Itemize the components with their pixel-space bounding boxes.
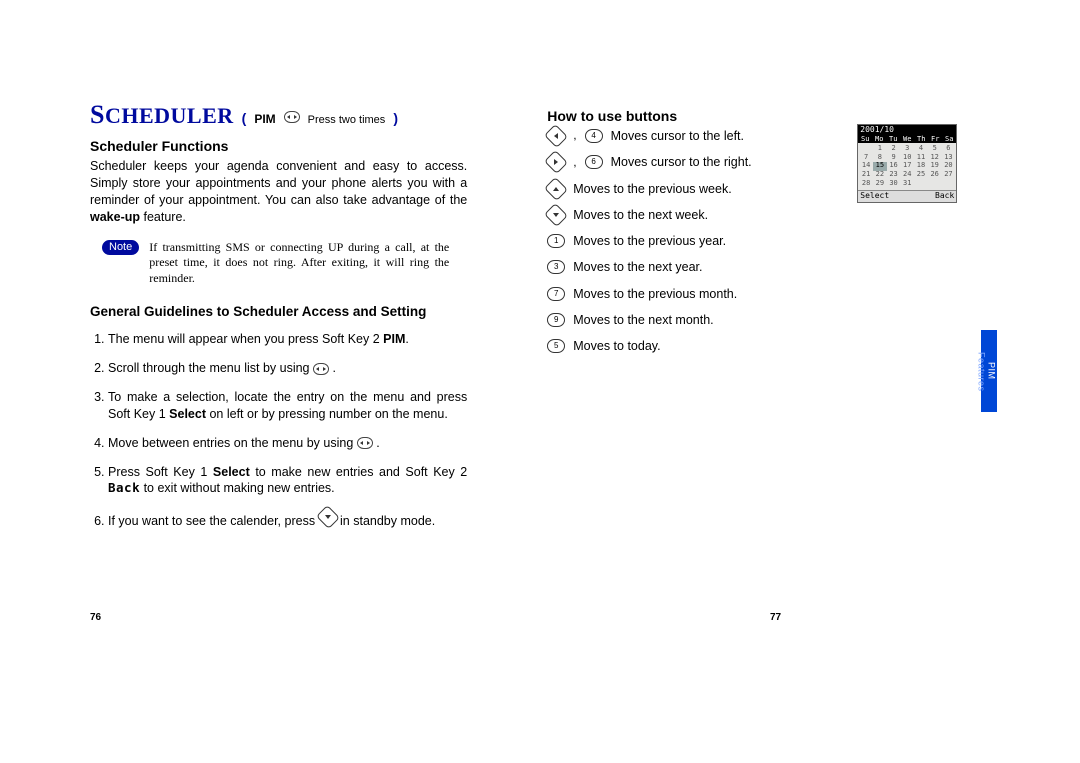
softkey-left: Select [860,192,889,201]
section-heading-guidelines: General Guidelines to Scheduler Access a… [90,304,467,321]
button-row-text: Moves to the previous week. [573,181,731,197]
down-key-icon [316,505,340,529]
guidelines-list: The menu will appear when you press Soft… [90,331,467,530]
scheduler-functions-description: Scheduler keeps your agenda convenient a… [90,158,467,226]
note-text: If transmitting SMS or connecting UP dur… [149,240,449,287]
body-part1: Scheduler keeps your agenda convenient a… [90,159,467,207]
up-key-icon [544,177,568,201]
scroll-icon [313,363,329,375]
button-row: 1 Moves to the previous year. [547,233,837,249]
button-row-text: Moves cursor to the left. [611,128,744,144]
chapter-title-row: SCHEDULER ( PIM Press two times ) [90,100,467,130]
key-4-icon: 4 [585,129,603,143]
button-row-text: Moves to the previous month. [573,286,737,302]
button-row-text: Moves to the next month. [573,312,713,328]
guideline-6: If you want to see the calender, press i… [108,509,467,530]
calendar-dow: SuMoTuWeThFrSa [858,136,956,144]
section-heading-functions: Scheduler Functions [90,138,467,154]
page-right: How to use buttons ,4Moves cursor to the… [547,100,1000,542]
calendar-grid: 1234567891011121314151617181920212223242… [858,143,956,189]
calendar-screenshot: 2001/10 SuMoTuWeThFrSa 12345678910111213… [857,124,957,203]
dpad-down-icon [284,111,300,123]
softkey-right: Back [935,192,954,201]
section-heading-buttons: How to use buttons [547,108,837,124]
note-badge: Note [102,240,139,255]
tab-main: PIM [986,362,996,380]
button-row-text: Moves to the next year. [573,259,702,275]
page-number-right: 77 [770,612,781,623]
guideline-4: Move between entries on the menu by usin… [108,435,467,452]
key-1-icon: 1 [547,234,565,248]
guideline-1: The menu will appear when you press Soft… [108,331,467,348]
pim-label: PIM [254,112,275,126]
chapter-title: SCHEDULER [90,100,234,130]
bracket-open: ( [242,110,247,126]
button-row: Moves to the previous week. [547,181,837,197]
button-list: ,4Moves cursor to the left.,6Moves curso… [547,128,837,354]
body-tail: feature. [140,210,186,224]
section-tab: PIM Features [981,330,997,412]
press-two-times-label: Press two times [308,114,386,126]
manual-spread: SCHEDULER ( PIM Press two times ) Schedu… [0,0,1080,542]
note-block: Note If transmitting SMS or connecting U… [102,240,467,287]
button-row-text: Moves cursor to the right. [611,154,752,170]
guideline-2: Scroll through the menu list by using . [108,360,467,377]
key-6-icon: 6 [585,155,603,169]
button-row: ,4Moves cursor to the left. [547,128,837,144]
button-row: Moves to the next week. [547,207,837,223]
move-icon [357,437,373,449]
left-key-icon [544,124,568,148]
page-number-left: 76 [90,612,101,623]
button-row: 3 Moves to the next year. [547,259,837,275]
page-left: SCHEDULER ( PIM Press two times ) Schedu… [90,100,467,542]
calendar-softkeys: Select Back [858,190,956,202]
key-7-icon: 7 [547,287,565,301]
button-row: 7 Moves to the previous month. [547,286,837,302]
down-key-icon [544,203,568,227]
key-5-icon: 5 [547,339,565,353]
button-row-text: Moves to the previous year. [573,233,726,249]
tab-sub: Features [976,338,986,406]
guideline-5: Press Soft Key 1 Select to make new entr… [108,464,467,498]
guideline-3: To make a selection, locate the entry on… [108,389,467,423]
button-row: 5 Moves to today. [547,338,837,354]
button-row-text: Moves to today. [573,338,660,354]
bracket-close: ) [393,110,398,126]
key-9-icon: 9 [547,313,565,327]
button-row: 9 Moves to the next month. [547,312,837,328]
button-row-text: Moves to the next week. [573,207,708,223]
wakeup-word: wake-up [90,210,140,224]
button-row: ,6Moves cursor to the right. [547,154,837,170]
right-key-icon [544,150,568,174]
key-3-icon: 3 [547,260,565,274]
